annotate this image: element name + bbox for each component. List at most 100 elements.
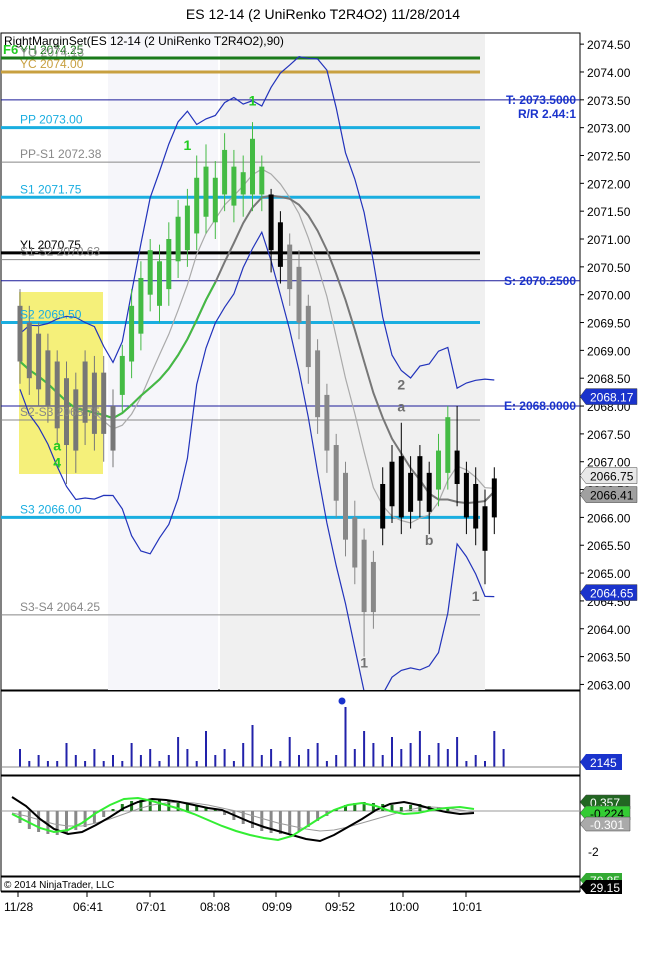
candle-body-51 [491, 478, 497, 518]
y-tick-label-9: 2070.00 [587, 289, 631, 303]
x-tick-label-6: 10:00 [389, 900, 419, 914]
candle-body-20 [203, 166, 209, 217]
pivot-label-3: PP-S1 2072.38 [20, 147, 102, 161]
price-badge-text-1: 2066.75 [590, 470, 634, 484]
candle-body-38 [370, 561, 376, 613]
candle-body-3 [45, 350, 51, 407]
candle-body-46 [445, 417, 451, 473]
candle-body-25 [250, 138, 255, 195]
y-tick-label-23: 2063.00 [587, 678, 631, 692]
candle-body-42 [408, 472, 414, 512]
candle-body-9 [101, 372, 107, 434]
x-tick-label-7: 10:01 [452, 900, 482, 914]
chart-stage: ES 12-14 (2 UniRenko T2R4O2) 11/28/2014 … [0, 0, 655, 948]
annotation-0: 1 [184, 137, 192, 153]
osc-macd-line [11, 796, 475, 843]
renko-chart[interactable]: ES 12-14 (2 UniRenko T2R4O2) 11/28/2014 … [0, 0, 655, 948]
y-tick-label-3: 2073.00 [587, 122, 631, 136]
y-tick-label-19: 2065.00 [587, 567, 631, 581]
candle-body-15 [157, 261, 162, 306]
annotation-4: 2 [397, 376, 405, 392]
candle-body-29 [287, 244, 293, 290]
candle-body-18 [184, 205, 190, 251]
annotation-2: a [53, 438, 61, 454]
x-tick-label-0: 11/28 [4, 900, 33, 914]
chart-title: ES 12-14 (2 UniRenko T2R4O2) 11/28/2014 [186, 6, 460, 22]
trade-label-1: S: 2070.2500 [504, 274, 576, 288]
candle-body-40 [389, 461, 395, 507]
price-badge-text-3: 2064.65 [590, 587, 634, 601]
candle-body-47 [454, 450, 460, 484]
candle-body-10 [110, 406, 116, 451]
candle-body-49 [473, 483, 479, 529]
candle-body-24 [240, 172, 246, 195]
session-shading [220, 34, 485, 690]
candle-body-43 [417, 456, 423, 501]
oscillator [1, 796, 580, 843]
price-badge-text-0: 2068.17 [590, 391, 634, 405]
candle-body-32 [315, 350, 321, 418]
x-tick-label-4: 09:09 [262, 900, 292, 914]
y-tick-label-2: 2073.50 [587, 94, 631, 108]
x-tick-label-1: 06:41 [73, 900, 103, 914]
candle-body-17 [175, 216, 181, 262]
candle-body-45 [436, 450, 441, 490]
pivot-label-9: S3 2066.00 [20, 502, 82, 516]
y-tick-label-11: 2069.00 [587, 344, 631, 358]
candle-body-34 [333, 445, 339, 501]
y-tick-label-6: 2071.50 [587, 205, 631, 219]
price-badge-text-2: 2066.41 [590, 489, 634, 503]
pivot-label-4: S1 2071.75 [20, 182, 82, 196]
indicator-label: RightMarginSet(ES 12-14 (2 UniRenko T2R4… [4, 34, 284, 48]
candle-body-2 [36, 333, 42, 390]
y-tick-label-0: 2074.50 [587, 38, 631, 52]
annotation-1: 1 [249, 92, 257, 108]
candle-body-27 [268, 194, 274, 251]
candle-body-16 [166, 239, 172, 290]
y-tick-label-8: 2070.50 [587, 261, 631, 275]
candle-body-48 [463, 472, 469, 518]
candle-body-8 [91, 372, 97, 434]
candle-body-14 [147, 250, 153, 295]
price-axis: 2074.50 2074.00 2073.50 2073.00 2072.50 2072.… [579, 38, 638, 692]
y-tick-label-14: 2067.50 [587, 428, 631, 442]
candle-body-39 [380, 483, 386, 529]
footer-badge-text-1: 29.15 [590, 881, 620, 895]
candle-body-36 [352, 517, 358, 568]
y-tick-label-1: 2074.00 [587, 66, 631, 80]
candle-body-13 [138, 277, 144, 334]
candle-body-6 [73, 389, 79, 451]
y-tick-label-4: 2072.50 [587, 149, 631, 163]
pivot-label-6: S1-S2 2070.63 [20, 245, 100, 259]
candle-body-21 [212, 177, 218, 223]
annotation-3: 4 [53, 454, 61, 470]
candle-body-33 [324, 394, 330, 451]
candle-body-31 [305, 305, 311, 368]
y-tick-label-22: 2063.50 [587, 651, 631, 665]
oscillator-axis: 0.357-0.224-0.301-270.8529.15 [579, 794, 631, 895]
candle-body-37 [361, 539, 367, 613]
candle-body-1 [26, 322, 32, 379]
annotation-6: b [425, 532, 434, 548]
annotation-8: 1 [472, 588, 480, 604]
y-tick-label-17: 2066.00 [587, 511, 631, 525]
y-tick-label-12: 2068.50 [587, 372, 631, 386]
x-tick-label-2: 07:01 [136, 900, 166, 914]
candle-body-23 [231, 166, 237, 206]
y-tick-label-21: 2064.00 [587, 623, 631, 637]
volume-bars: 2145 [1, 707, 622, 770]
candle-body-44 [426, 472, 432, 512]
pivot-label-8: S2-S3 2068.75 [20, 405, 100, 419]
y-tick-label-5: 2072.00 [587, 177, 631, 191]
trade-label-0: T: 2073.5000 [506, 93, 576, 107]
candle-body-50 [482, 506, 488, 551]
osc-tick-label: -2 [588, 845, 599, 859]
pivot-label-2: PP 2073.00 [20, 113, 83, 127]
volume-spike-marker [338, 697, 346, 705]
volume-badge-text: 2145 [590, 756, 617, 770]
y-tick-label-10: 2069.50 [587, 317, 631, 331]
candle-body-12 [129, 305, 135, 362]
annotation-7: 1 [360, 655, 368, 671]
candle-body-19 [194, 177, 200, 234]
y-tick-label-7: 2071.00 [587, 233, 631, 247]
